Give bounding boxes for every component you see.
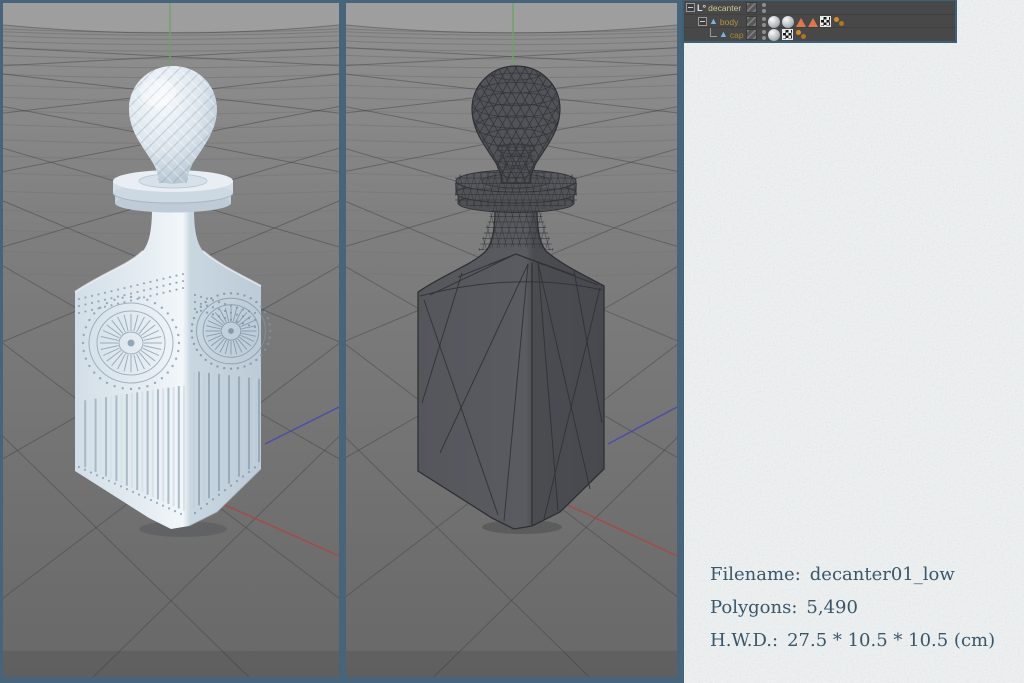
uvw-tag-icon[interactable] (782, 29, 793, 40)
visibility-dots-icon[interactable] (759, 2, 768, 13)
info-line-dimensions: H.W.D.: 27.5 * 10.5 * 10.5 (cm) (710, 624, 995, 657)
tree-connector (710, 28, 717, 37)
point-selection-tag-icon[interactable] (833, 16, 845, 28)
viewport-canvas-shaded[interactable] (3, 3, 339, 677)
object-row-decanter[interactable]: decanter (684, 1, 955, 14)
info-line-polygons: Polygons: 5,490 (710, 591, 995, 624)
polygons-value: 5,490 (806, 597, 858, 618)
material-tag-icon[interactable] (768, 15, 780, 28)
filename-label: Filename: (710, 564, 801, 585)
expand-toggle-icon[interactable] (698, 17, 707, 26)
visibility-dots-icon[interactable] (759, 16, 768, 27)
app-window: Filename: decanter01_low Polygons: 5,490 H… (0, 0, 1024, 683)
object-label-body[interactable]: body (720, 17, 738, 27)
selection-tag-icon[interactable] (796, 18, 806, 27)
dimensions-value: 27.5 * 10.5 * 10.5 (cm) (787, 630, 996, 651)
info-line-filename: Filename: decanter01_low (710, 558, 995, 591)
visibility-dots-icon[interactable] (759, 29, 768, 40)
expand-toggle-icon[interactable] (686, 3, 695, 12)
object-label-decanter[interactable]: decanter (708, 3, 741, 13)
info-panel: Filename: decanter01_low Polygons: 5,490 H… (684, 0, 1024, 683)
viewport-wireframe[interactable] (346, 3, 677, 677)
viewport-shaded[interactable] (3, 3, 339, 677)
object-manager-panel: decanter body cap (682, 0, 957, 43)
polygon-object-icon (709, 17, 718, 26)
layer-toggle-icon[interactable] (746, 29, 757, 40)
polygons-label: Polygons: (710, 597, 798, 618)
material-tag-icon[interactable] (782, 15, 794, 28)
layer-toggle-icon[interactable] (746, 2, 757, 13)
uvw-tag-icon[interactable] (820, 16, 831, 27)
object-label-cap[interactable]: cap (730, 30, 744, 40)
object-row-cap[interactable]: cap (684, 27, 955, 41)
layer-toggle-icon[interactable] (746, 16, 757, 27)
object-row-body[interactable]: body (684, 14, 955, 28)
model-info: Filename: decanter01_low Polygons: 5,490 H… (710, 558, 995, 657)
dimensions-label: H.W.D.: (710, 630, 779, 651)
viewport-canvas-wireframe[interactable] (346, 3, 677, 677)
selection-tag-icon[interactable] (808, 18, 818, 27)
material-tag-icon[interactable] (768, 28, 780, 41)
point-selection-tag-icon[interactable] (795, 29, 807, 41)
filename-value: decanter01_low (809, 564, 955, 585)
polygon-object-icon (719, 30, 728, 39)
null-object-icon (697, 3, 706, 13)
